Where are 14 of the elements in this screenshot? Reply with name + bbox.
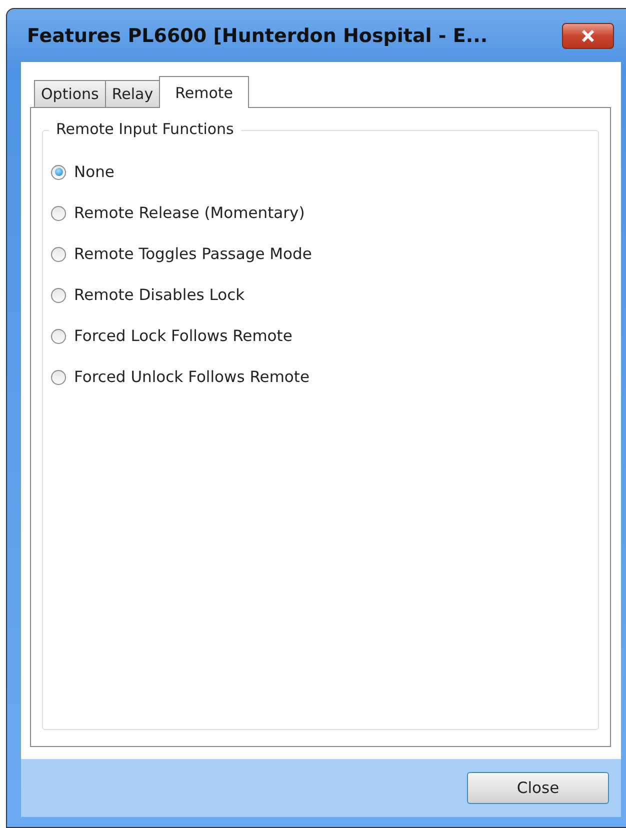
radio-option[interactable]: Forced Lock Follows Remote	[51, 325, 590, 347]
radio-option[interactable]: Remote Toggles Passage Mode	[51, 243, 590, 265]
radio-option[interactable]: Remote Disables Lock	[51, 284, 590, 306]
radio-option[interactable]: None	[51, 161, 590, 183]
close-dialog-button[interactable]: Close	[467, 772, 609, 804]
radio-option[interactable]: Forced Unlock Follows Remote	[51, 366, 590, 388]
close-icon	[581, 30, 595, 42]
window-title: Features PL6600 [Hunterdon Hospital - E...	[26, 24, 489, 46]
radio-option[interactable]: Remote Release (Momentary)	[51, 202, 590, 224]
tab[interactable]: Relay	[104, 80, 160, 107]
tab[interactable]: Remote	[159, 76, 249, 108]
close-button[interactable]	[562, 22, 614, 48]
group-title: Remote Input Functions	[49, 120, 241, 138]
tab[interactable]: Options	[34, 80, 106, 107]
